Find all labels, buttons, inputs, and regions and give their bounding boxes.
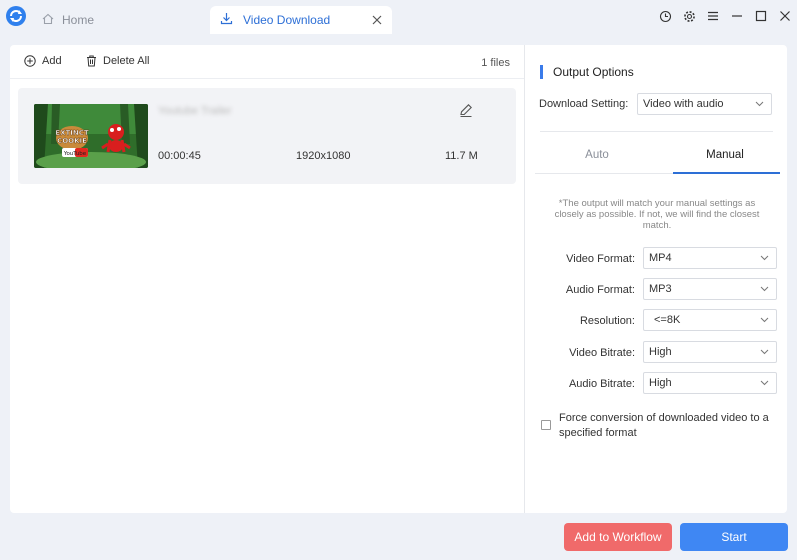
file-duration: 00:00:45: [158, 150, 201, 162]
tab-video-download[interactable]: Video Download: [210, 6, 392, 34]
force-conversion-checkbox[interactable]: [541, 420, 551, 430]
section-divider: [540, 131, 773, 132]
home-icon: [42, 13, 54, 28]
gear-icon[interactable]: [677, 6, 701, 26]
tab-auto[interactable]: Auto: [535, 149, 659, 169]
video-thumbnail: EXTINCT COOKIE YouTube: [34, 104, 148, 168]
chevron-down-icon: [755, 101, 764, 107]
resolution-label: Resolution:: [579, 315, 635, 327]
active-tab-indicator: [673, 172, 780, 174]
delete-all-label: Delete All: [103, 55, 150, 67]
thumbnail-badge: YouTube: [63, 151, 87, 157]
close-tab-icon[interactable]: [370, 13, 384, 27]
manual-settings-note: *The output will match your manual setti…: [554, 198, 760, 231]
download-setting-label: Download Setting:: [539, 98, 629, 110]
video-bitrate-value: High: [649, 346, 672, 358]
audio-format-value: MP3: [649, 283, 672, 295]
download-setting-value: Video with audio: [643, 98, 724, 110]
download-setting-select[interactable]: Video with audio: [637, 93, 772, 115]
tab-manual[interactable]: Manual: [673, 149, 777, 169]
file-item[interactable]: EXTINCT COOKIE YouTube Youtube Trailer: [18, 88, 516, 184]
video-format-value: MP4: [649, 252, 672, 264]
trash-icon: [87, 55, 96, 67]
video-format-select[interactable]: MP4: [643, 247, 777, 269]
file-count: 1 files: [481, 57, 510, 69]
chevron-down-icon: [760, 380, 769, 386]
audio-bitrate-select[interactable]: High: [643, 372, 777, 394]
clock-icon[interactable]: [653, 6, 677, 26]
add-icon: [24, 55, 36, 67]
thumbnail-title-2: COOKIE: [57, 137, 87, 145]
audio-bitrate-label: Audio Bitrate:: [568, 378, 635, 390]
video-bitrate-select[interactable]: High: [643, 341, 777, 363]
add-to-workflow-button[interactable]: Add to Workflow: [564, 523, 672, 551]
tab-video-download-label: Video Download: [243, 13, 331, 27]
app-logo-icon: [6, 6, 26, 26]
add-button[interactable]: Add: [24, 55, 62, 67]
file-title: Youtube Trailer: [158, 105, 232, 117]
output-options-panel: Output Options Download Setting: Video w…: [525, 45, 787, 513]
thumbnail-title-1: EXTINCT: [55, 129, 89, 137]
file-resolution: 1920x1080: [296, 150, 351, 162]
menu-icon[interactable]: [701, 6, 725, 26]
chevron-down-icon: [760, 349, 769, 355]
chevron-down-icon: [760, 286, 769, 292]
chevron-down-icon: [760, 317, 769, 323]
audio-bitrate-value: High: [649, 377, 672, 389]
edit-icon[interactable]: [458, 102, 474, 118]
tab-home-label: Home: [62, 13, 95, 27]
file-size: 11.7 M: [445, 150, 478, 162]
force-conversion-label: Force conversion of downloaded video to …: [559, 412, 769, 439]
file-toolbar: Add Delete All 1 files: [10, 45, 524, 79]
close-icon[interactable]: [773, 6, 797, 26]
title-bar: Home Video Download: [0, 0, 797, 36]
chevron-down-icon: [760, 255, 769, 261]
window-controls: [653, 6, 797, 26]
audio-format-select[interactable]: MP3: [643, 278, 777, 300]
tab-home[interactable]: Home: [34, 6, 204, 34]
video-format-label: Video Format:: [566, 253, 635, 265]
video-bitrate-label: Video Bitrate:: [569, 347, 635, 359]
add-button-label: Add: [42, 55, 62, 67]
delete-all-button[interactable]: Delete All: [86, 55, 149, 67]
audio-format-label: Audio Format:: [565, 284, 635, 296]
minimize-icon[interactable]: [725, 6, 749, 26]
maximize-icon[interactable]: [749, 6, 773, 26]
file-list-panel: Add Delete All 1 files EXTINCT COOKIE Yo…: [10, 45, 524, 513]
output-options-title: Output Options: [540, 65, 634, 79]
resolution-value: <=8K: [654, 314, 681, 326]
resolution-select[interactable]: <=8K: [643, 309, 777, 331]
start-button[interactable]: Start: [680, 523, 788, 551]
download-icon: [220, 12, 233, 28]
